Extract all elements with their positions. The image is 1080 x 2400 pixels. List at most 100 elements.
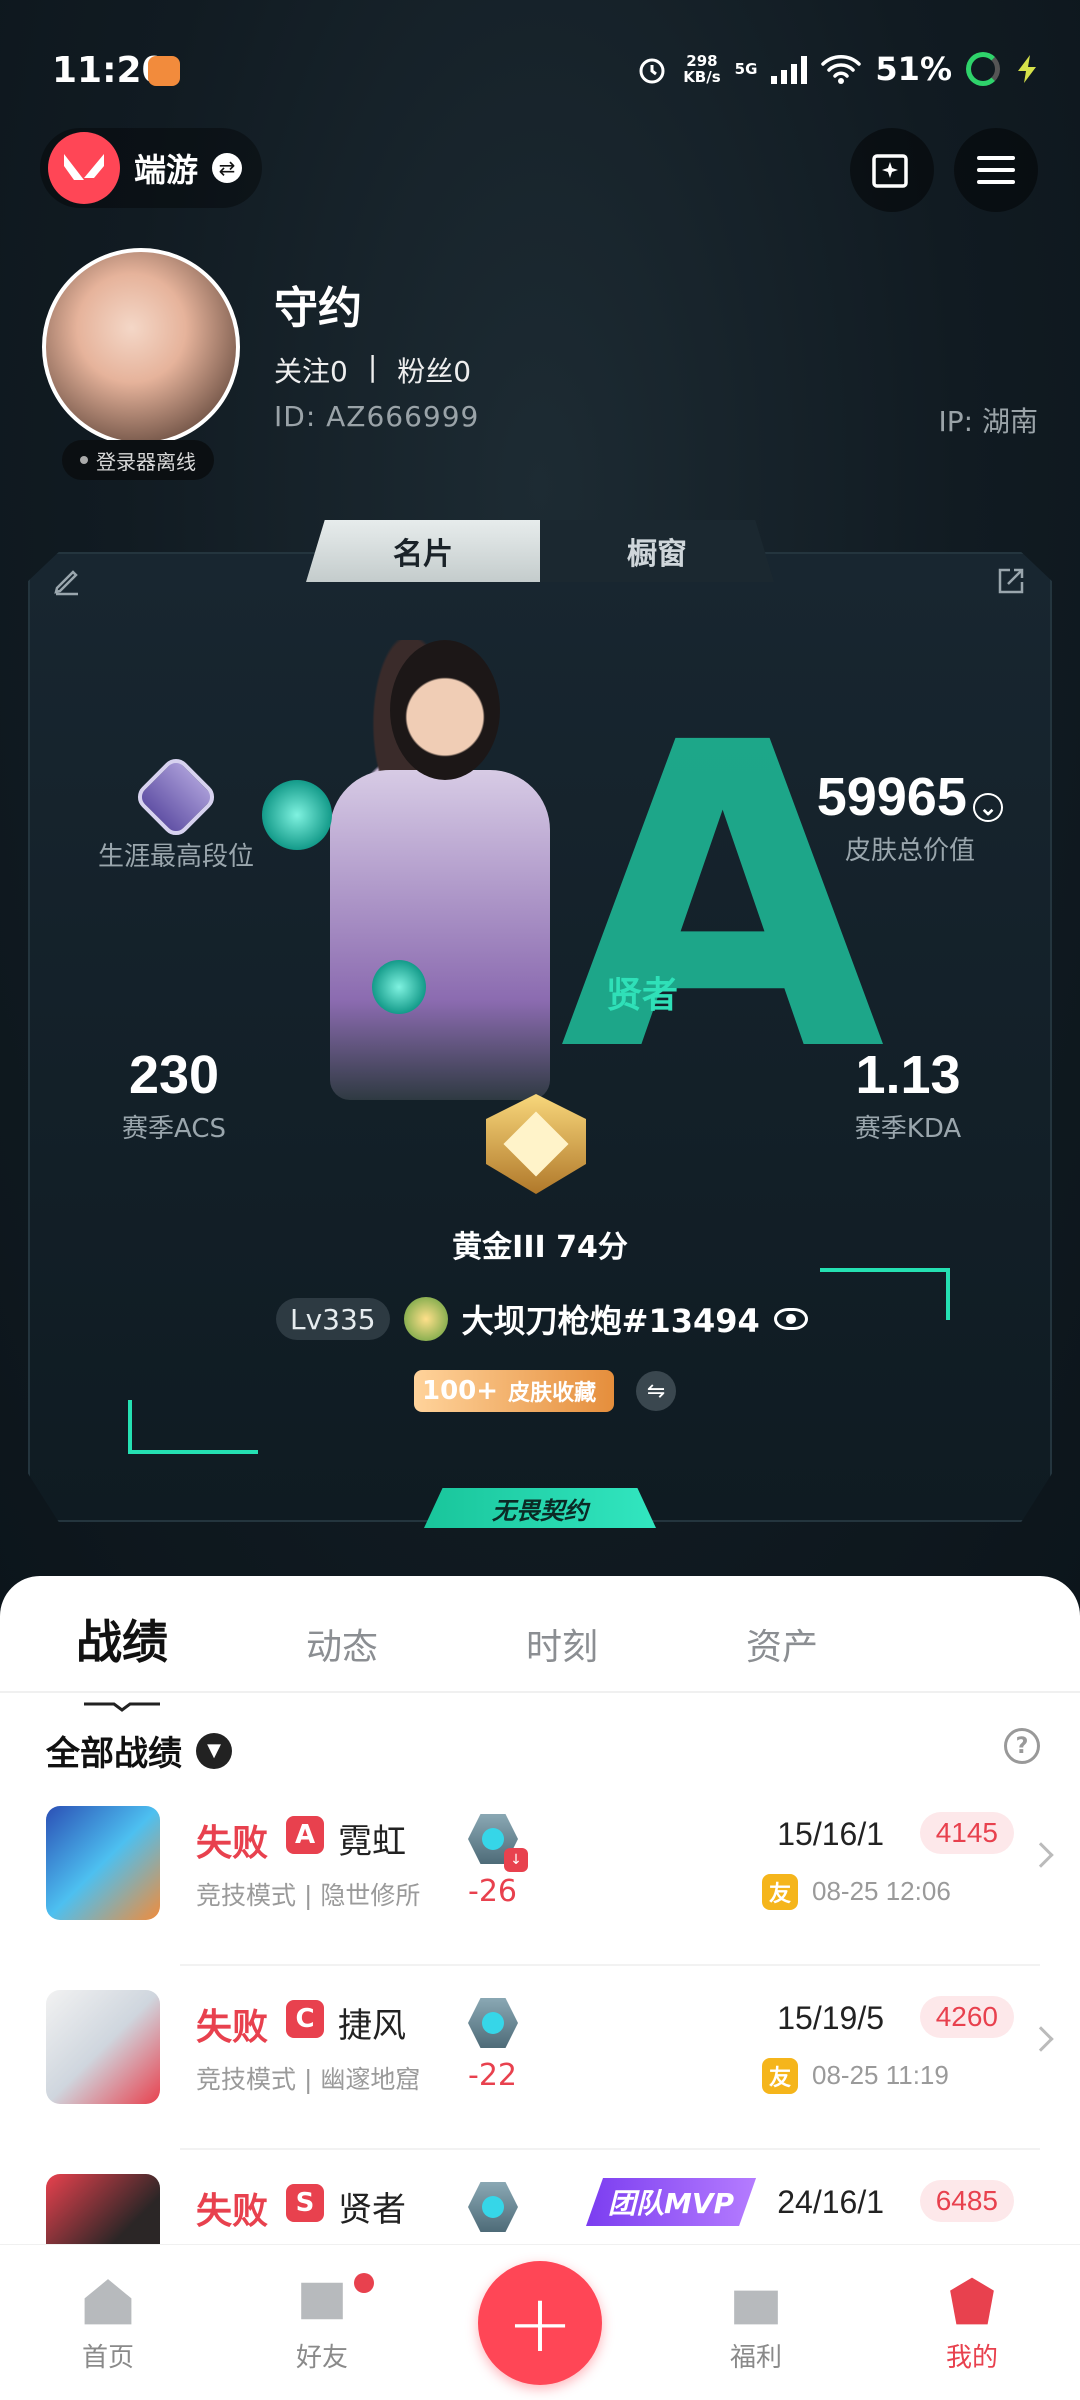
match-result: 失败 [196,2191,269,2232]
valorant-logo-icon [48,132,120,204]
mvp-badge: 团队MVP [586,2178,757,2226]
ip-location: IP: 湖南 [938,405,1038,438]
status-right: 298 KB/s 5G 51% [635,50,1040,88]
profile-icon [950,2277,994,2325]
rank-text: 黄金III 74分 [452,1230,628,1265]
friend-badge: 友 [762,1874,798,1910]
tab-assets[interactable]: 资产 [746,1618,818,1670]
agent-portrait [46,1806,160,1920]
pencil-icon[interactable] [52,566,82,596]
card-tabs: 名片 橱窗 [306,520,774,582]
level-chip: Lv335 [276,1298,390,1340]
skin-value-label: 皮肤总价值 [844,836,975,866]
notification-dot [354,2273,374,2293]
chevron-down-icon: ⌄ [972,793,1004,822]
skin-value: 59965 ⌄ [800,766,1020,828]
battery-icon [966,52,1000,86]
match-kda: 15/19/5 [777,2000,884,2036]
photo-sparkle-icon [872,154,908,188]
records-filter[interactable]: 全部战绩 ▼ [46,1726,232,1775]
match-grade: C [286,2000,324,2038]
agent-body-art [330,770,550,1100]
tab-feed[interactable]: 动态 [306,1618,378,1670]
menu-button[interactable] [954,128,1038,212]
match-kda: 24/16/1 [777,2184,884,2220]
create-post-button[interactable]: + [478,2261,602,2385]
net-speed: 298 KB/s [683,52,721,86]
agent-head-art [390,640,500,780]
records-panel: 战绩 动态 时刻 资产 全部战绩 ▼ ? 失败 A 霓虹 竞技模式 | 隐世修所… [0,1576,1080,2288]
match-row[interactable]: 失败 A 霓虹 竞技模式 | 隐世修所 ↓ -26 15/16/1 4145 友… [0,1806,1080,1986]
chevron-right-icon [1028,1842,1054,1868]
match-acs: 4260 [919,1996,1014,2038]
rank-down-icon: ↓ [504,1848,528,1872]
following-count[interactable]: 关注0 [274,350,348,390]
tab-card[interactable]: 名片 [306,520,540,582]
card-edit-button[interactable] [850,128,934,212]
records-tabs: 战绩 动态 时刻 资产 [0,1606,1080,1712]
nav-home[interactable]: 首页 [48,2275,168,2374]
switch-badge-icon[interactable]: ⇋ [636,1371,677,1411]
friends-icon [301,2282,343,2320]
peak-rank-label: 生涯最高段位 [97,842,254,872]
swap-icon: ⇄ [212,153,243,183]
player-row: Lv335 大坝刀枪炮#13494 [276,1296,808,1342]
follow-separator: | [367,350,378,383]
brand-label: 端游 [134,151,199,189]
nav-me[interactable]: 我的 [912,2275,1032,2374]
tabs-divider [0,1691,1080,1693]
acs-stat: 230 赛季ACS [84,1044,264,1145]
agent-role-label: 贤者 [606,975,679,1016]
eye-icon[interactable] [773,1308,808,1330]
orb-icon [372,960,426,1014]
tab-showcase[interactable]: 橱窗 [540,520,774,582]
filter-label: 全部战绩 [46,1734,182,1774]
friend-badge: 友 [762,2058,798,2094]
skin-value-stat[interactable]: 59965 ⌄ 皮肤总价值 [800,766,1020,867]
tab-indicator [84,1702,160,1712]
skin-collection-badge[interactable]: 100+ 皮肤收藏 [414,1370,615,1412]
agent-portrait [46,1990,160,2104]
nav-benefits[interactable]: 福利 [696,2275,816,2374]
match-grade: A [286,1816,324,1854]
plus-icon: + [506,2276,574,2370]
game-switcher[interactable]: 端游 ⇄ [40,128,263,208]
menu-icon [977,156,1015,184]
rank-icon [468,1998,518,2048]
wifi-icon [821,55,862,84]
riot-id: 大坝刀枪炮#13494 [461,1302,760,1340]
help-icon[interactable]: ? [1004,1728,1040,1764]
charging-icon [1018,55,1036,83]
match-mode: 竞技模式 | 隐世修所 [196,1881,421,1910]
match-kda: 15/16/1 [777,1816,884,1852]
skin-row: 100+ 皮肤收藏 ⇋ [414,1370,677,1412]
login-status-badge: 登录器离线 [62,440,214,480]
chevron-down-icon: ▼ [196,1732,232,1769]
match-acs: 4145 [919,1812,1014,1854]
kda-label: 赛季KDA [854,1114,962,1144]
share-icon[interactable] [996,566,1026,596]
home-icon [84,2279,132,2325]
acs-value: 230 [128,1045,220,1105]
match-acs: 6485 [919,2180,1014,2222]
match-date: 08-25 12:06 [812,1876,951,1906]
match-grade: S [286,2184,324,2222]
agent-name: 霓虹 [338,1822,406,1862]
neon-divider [946,1268,950,1320]
kda-stat: 1.13 赛季KDA [818,1044,998,1145]
agent-name: 捷风 [338,2006,406,2046]
bottom-nav: 首页 好友 + 福利 我的 [0,2244,1080,2400]
player-card-icon [403,1297,448,1341]
row-divider [180,2148,1040,2150]
user-id: ID: AZ666999 [274,400,480,433]
avatar[interactable] [42,248,240,446]
battery-percent: 51% [875,50,952,88]
tab-moments[interactable]: 时刻 [526,1618,598,1670]
peak-rank-stat[interactable]: 生涯最高段位 [86,753,266,873]
match-row[interactable]: 失败 C 捷风 竞技模式 | 幽邃地窟 -22 15/19/5 4260 友 0… [0,1990,1080,2170]
tab-records[interactable]: 战绩 [76,1606,168,1672]
match-result: 失败 [196,1823,269,1864]
followers-count[interactable]: 粉丝0 [397,350,471,390]
match-date: 08-25 11:19 [812,2060,949,2090]
neon-divider [820,1268,950,1272]
